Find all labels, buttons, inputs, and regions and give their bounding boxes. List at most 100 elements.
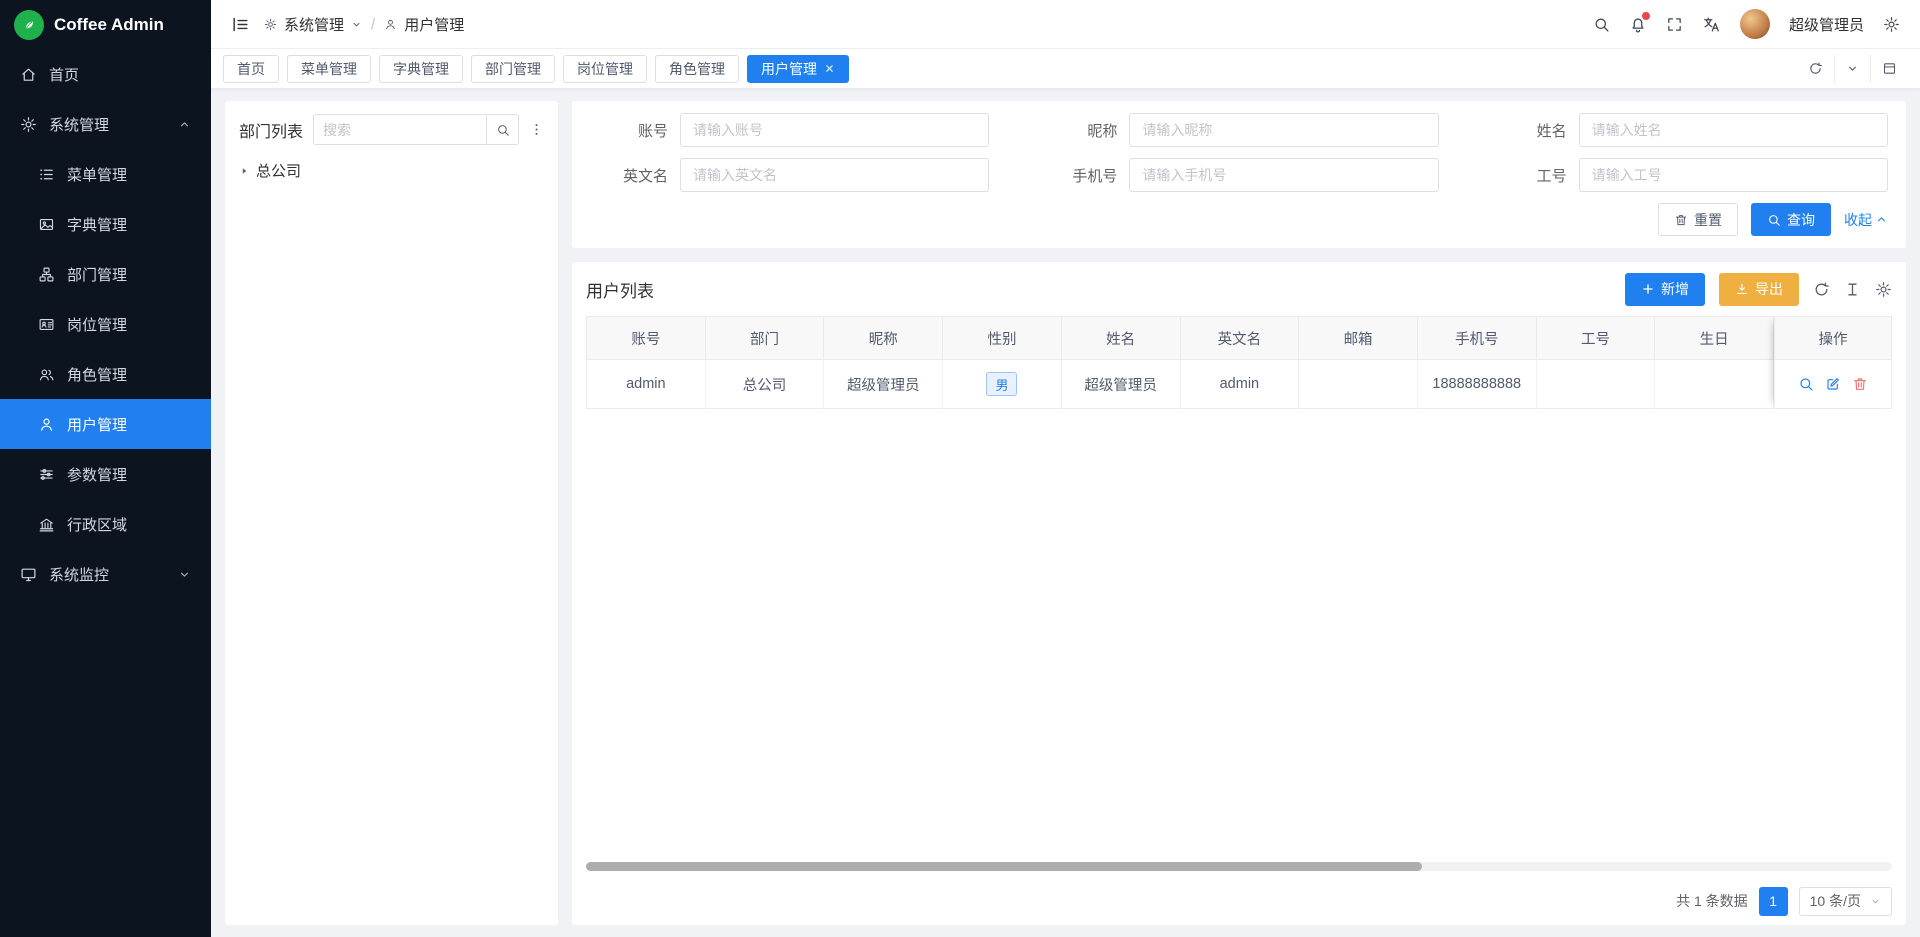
search-icon[interactable]: [1593, 16, 1610, 33]
tab-bar: 首页 菜单管理 字典管理 部门管理 岗位管理 角色管理 用户管理: [211, 49, 1920, 89]
sidebar-item-label: 行政区域: [67, 514, 127, 535]
column-header[interactable]: 工号: [1537, 316, 1656, 360]
notification-bell-icon[interactable]: [1629, 15, 1647, 33]
filter-field-work-id: 工号: [1483, 158, 1888, 192]
sidebar-item-parameter-management[interactable]: 参数管理: [0, 449, 211, 499]
sidebar-item-post-management[interactable]: 岗位管理: [0, 299, 211, 349]
sidebar-item-dictionary-management[interactable]: 字典管理: [0, 199, 211, 249]
tab-home[interactable]: 首页: [223, 55, 279, 83]
download-icon: [1735, 282, 1749, 296]
sidebar-item-label: 参数管理: [67, 464, 127, 485]
edit-user-icon[interactable]: [1825, 376, 1841, 392]
user-name[interactable]: 超级管理员: [1789, 14, 1864, 35]
sidebar-item-label: 系统监控: [49, 564, 109, 585]
department-search: [313, 114, 519, 145]
tab-user-management[interactable]: 用户管理: [747, 55, 849, 83]
chevron-up-icon: [178, 118, 191, 131]
table-empty-space: [586, 409, 1892, 862]
column-header[interactable]: 英文名: [1181, 316, 1300, 360]
tab-post-management[interactable]: 岗位管理: [563, 55, 647, 83]
sidebar-item-user-management[interactable]: 用户管理: [0, 399, 211, 449]
account-input[interactable]: [680, 113, 989, 147]
close-icon[interactable]: [824, 63, 835, 74]
sidebar-item-menu-management[interactable]: 菜单管理: [0, 149, 211, 199]
tab-options-chevron-icon[interactable]: [1834, 55, 1870, 83]
column-header[interactable]: 部门: [706, 316, 825, 360]
sidebar-item-system-management[interactable]: 系统管理: [0, 99, 211, 149]
collapse-sidebar-icon[interactable]: [231, 15, 250, 34]
translate-icon[interactable]: [1702, 15, 1721, 34]
collapse-filter-link[interactable]: 收起: [1844, 210, 1888, 230]
english-name-input[interactable]: [680, 158, 989, 192]
add-user-button[interactable]: 新增: [1625, 273, 1705, 306]
sidebar-item-role-management[interactable]: 角色管理: [0, 349, 211, 399]
content-fullscreen-icon[interactable]: [1870, 55, 1908, 83]
department-tree: 总公司: [239, 158, 544, 183]
phone-input[interactable]: [1129, 158, 1438, 192]
tree-node-head-office[interactable]: 总公司: [239, 158, 544, 183]
fullscreen-icon[interactable]: [1666, 16, 1683, 33]
nickname-input[interactable]: [1129, 113, 1438, 147]
trash-icon: [1674, 213, 1688, 227]
search-button-label: 查询: [1787, 210, 1815, 230]
delete-user-icon[interactable]: [1852, 376, 1868, 392]
gender-tag: 男: [986, 372, 1017, 396]
column-header[interactable]: 生日: [1655, 316, 1774, 360]
reset-button-label: 重置: [1694, 210, 1722, 230]
column-header[interactable]: 姓名: [1062, 316, 1181, 360]
work-id-input[interactable]: [1579, 158, 1888, 192]
breadcrumb-separator: /: [371, 16, 375, 33]
filter-field-phone: 手机号: [1033, 158, 1438, 192]
page-size-select[interactable]: 10 条/页: [1799, 887, 1892, 916]
table-title: 用户列表: [586, 277, 654, 302]
column-header[interactable]: 邮箱: [1299, 316, 1418, 360]
row-height-icon[interactable]: [1844, 281, 1861, 298]
tab-dictionary-management[interactable]: 字典管理: [379, 55, 463, 83]
refresh-table-icon[interactable]: [1813, 281, 1830, 298]
avatar[interactable]: [1740, 9, 1770, 39]
export-button[interactable]: 导出: [1719, 273, 1799, 306]
chevron-down-icon: [1870, 896, 1881, 907]
department-more-icon[interactable]: [529, 122, 544, 137]
horizontal-scrollbar[interactable]: [586, 862, 1892, 871]
column-header-operation: 操作: [1774, 316, 1892, 360]
chevron-up-icon: [1875, 213, 1888, 226]
sidebar-item-label: 角色管理: [67, 364, 127, 385]
sidebar-item-system-monitor[interactable]: 系统监控: [0, 549, 211, 599]
view-user-icon[interactable]: [1798, 376, 1814, 392]
pagination: 共 1 条数据 1 10 条/页: [586, 877, 1892, 925]
user-icon: [384, 18, 397, 31]
scrollbar-thumb[interactable]: [586, 862, 1422, 871]
department-search-button[interactable]: [486, 114, 519, 145]
tab-menu-management[interactable]: 菜单管理: [287, 55, 371, 83]
plus-icon: [1641, 282, 1655, 296]
gear-icon: [20, 116, 37, 133]
column-header[interactable]: 昵称: [824, 316, 943, 360]
filter-grid: 账号 昵称 姓名 英文名: [584, 113, 1888, 192]
department-search-input[interactable]: [313, 114, 486, 145]
column-header[interactable]: 性别: [943, 316, 1062, 360]
cell-account: admin: [586, 360, 706, 409]
table-row[interactable]: admin 总公司 超级管理员 男 超级管理员 admin 1888888888…: [586, 360, 1774, 409]
tab-label: 用户管理: [761, 59, 817, 79]
sidebar-item-admin-region[interactable]: 行政区域: [0, 499, 211, 549]
chevron-down-icon: [178, 568, 191, 581]
column-header[interactable]: 手机号: [1418, 316, 1537, 360]
tab-department-management[interactable]: 部门管理: [471, 55, 555, 83]
cell-phone: 18888888888: [1418, 360, 1537, 409]
reset-button[interactable]: 重置: [1658, 203, 1738, 236]
tab-role-management[interactable]: 角色管理: [655, 55, 739, 83]
filter-card: 账号 昵称 姓名 英文名: [572, 101, 1906, 248]
name-input[interactable]: [1579, 113, 1888, 147]
settings-gear-icon[interactable]: [1883, 16, 1900, 33]
column-settings-gear-icon[interactable]: [1875, 281, 1892, 298]
sidebar-item-label: 部门管理: [67, 264, 127, 285]
page-button-1[interactable]: 1: [1759, 887, 1788, 916]
caret-right-icon[interactable]: [239, 166, 249, 176]
search-button[interactable]: 查询: [1751, 203, 1831, 236]
column-header[interactable]: 账号: [586, 316, 706, 360]
refresh-tab-icon[interactable]: [1797, 55, 1834, 83]
breadcrumb-level1[interactable]: 系统管理: [284, 14, 344, 35]
sidebar-item-home[interactable]: 首页: [0, 49, 211, 99]
sidebar-item-department-management[interactable]: 部门管理: [0, 249, 211, 299]
